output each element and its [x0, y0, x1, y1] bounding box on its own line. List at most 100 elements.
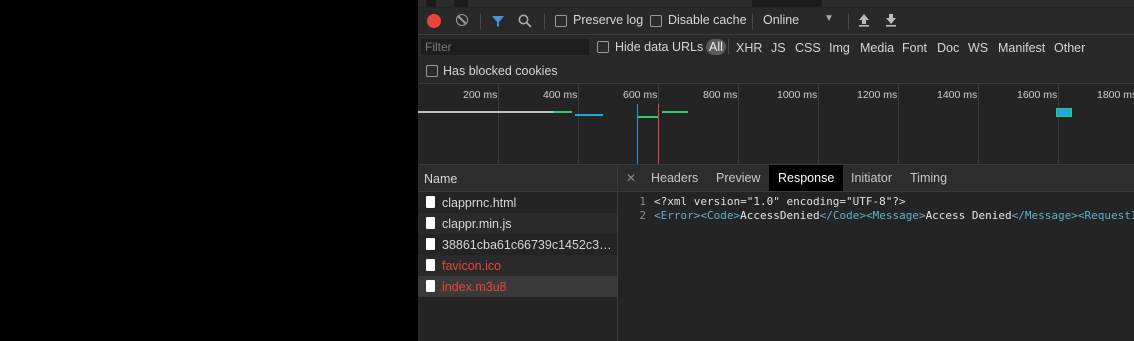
grid-line [1058, 84, 1059, 164]
xml-tag: </Code> [819, 209, 866, 222]
request-name: clappr.min.js [442, 217, 512, 231]
document-icon [426, 238, 435, 250]
document-icon [426, 196, 435, 208]
devtools-network-panel: Preserve log Disable cache Online ▼ Hide… [418, 0, 1134, 341]
timeline-overview[interactable]: 200 ms 400 ms 600 ms 800 ms 1000 ms 1200… [418, 84, 1134, 165]
top-strip [418, 0, 1134, 7]
divider [480, 13, 481, 29]
type-filter-doc[interactable]: Doc [937, 41, 959, 55]
filter-input[interactable] [421, 39, 589, 55]
xml-tag: <Code> [700, 209, 741, 222]
type-filter-all[interactable]: All [706, 39, 726, 55]
timeline-tick-label: 1600 ms [1017, 89, 1058, 101]
type-filter-media[interactable]: Media [860, 41, 894, 55]
request-row[interactable]: clapprnc.html [418, 192, 617, 213]
type-filter-css[interactable]: CSS [795, 41, 821, 55]
request-row[interactable]: 38861cba61c66739c1452c3… [418, 234, 617, 255]
name-column-label: Name [424, 172, 458, 186]
timeline-tick-label: 1000 ms [777, 89, 818, 101]
divider [728, 39, 729, 55]
code-text: <Error><Code>AccessDenied</Code><Message… [654, 209, 1134, 222]
document-icon [426, 217, 435, 229]
xml-tag: </Message> [1011, 209, 1078, 222]
tab-timing[interactable]: Timing [901, 165, 956, 191]
top-strip-segment [426, 0, 436, 7]
request-row-selected[interactable]: index.m3u8 [418, 276, 617, 297]
filter-icon[interactable] [491, 15, 505, 28]
hide-data-urls-label: Hide data URLs [615, 40, 704, 54]
type-filter-other[interactable]: Other [1054, 41, 1085, 55]
name-column-header[interactable]: Name [418, 165, 617, 192]
tab-response[interactable]: Response [769, 165, 844, 191]
type-filter-ws[interactable]: WS [968, 41, 988, 55]
tab-headers[interactable]: Headers [642, 165, 707, 191]
document-icon [426, 280, 435, 292]
xml-tag: <Error> [654, 209, 701, 222]
xml-tag: <RequestI [1077, 209, 1134, 222]
document-icon [426, 259, 435, 271]
grid-line [898, 84, 899, 164]
tab-initiator[interactable]: Initiator [842, 165, 901, 191]
timeline-tick-label: 800 ms [703, 89, 738, 101]
grid-line [818, 84, 819, 164]
requests-list: Name clapprnc.html clappr.min.js 38861cb… [418, 165, 618, 341]
grid-line [738, 84, 739, 164]
xml-tag: <Message> [865, 209, 926, 222]
tab-preview[interactable]: Preview [707, 165, 769, 191]
throttling-value: Online [763, 13, 800, 27]
has-blocked-cookies-label: Has blocked cookies [443, 64, 558, 78]
line-number: 2 [639, 209, 646, 222]
timeline-tick-label: 1400 ms [937, 89, 978, 101]
disable-cache-checkbox[interactable] [650, 15, 662, 27]
divider [848, 13, 849, 29]
divider [752, 13, 753, 29]
type-filter-img[interactable]: Img [829, 41, 850, 55]
timeline-tick-label: 200 ms [463, 89, 498, 101]
chevron-down-icon: ▼ [824, 13, 834, 24]
timeline-bar [575, 114, 603, 116]
export-har-icon[interactable] [885, 13, 897, 27]
request-name: 38861cba61c66739c1452c3… [442, 238, 612, 252]
preserve-log-label: Preserve log [573, 13, 644, 27]
grid-line [578, 84, 579, 164]
top-strip-segment [454, 0, 468, 7]
grid-line [498, 84, 499, 164]
timeline-tick-label: 1800 ms [1097, 89, 1134, 101]
top-strip-segment [752, 0, 822, 7]
timeline-bar [1056, 108, 1072, 117]
timeline-bar [662, 111, 688, 113]
xml-text: AccessDenied [740, 209, 820, 222]
request-name: index.m3u8 [442, 280, 507, 294]
hide-data-urls-checkbox[interactable] [597, 41, 609, 53]
type-filter-xhr[interactable]: XHR [736, 41, 762, 55]
xml-text: Access Denied [925, 209, 1012, 222]
disable-cache-label: Disable cache [668, 13, 747, 27]
timeline-bar [554, 111, 572, 113]
preserve-log-checkbox[interactable] [555, 15, 567, 27]
detail-tabs: ✕ Headers Preview Response Initiator Tim… [618, 165, 1134, 192]
timeline-bar [418, 111, 554, 113]
record-button[interactable] [427, 14, 441, 28]
timeline-bar [638, 116, 658, 118]
type-filter-manifest[interactable]: Manifest [998, 41, 1045, 55]
import-har-icon[interactable] [858, 13, 870, 27]
load-event-marker [658, 104, 659, 164]
timeline-tick-label: 1200 ms [857, 89, 898, 101]
request-name: clapprnc.html [442, 196, 517, 210]
has-blocked-cookies-checkbox[interactable] [426, 65, 438, 77]
divider [544, 13, 545, 29]
type-filter-js[interactable]: JS [771, 41, 786, 55]
request-row[interactable]: favicon.ico [418, 255, 617, 276]
request-row[interactable]: clappr.min.js [418, 213, 617, 234]
throttling-select[interactable]: Online ▼ [758, 10, 840, 30]
search-icon[interactable] [518, 14, 532, 28]
clear-button[interactable] [456, 14, 468, 26]
code-text: <?xml version="1.0" encoding="UTF-8"?> [654, 195, 906, 208]
close-icon[interactable]: ✕ [626, 171, 636, 185]
request-name: favicon.ico [442, 259, 502, 273]
request-detail-panel: ✕ Headers Preview Response Initiator Tim… [618, 165, 1134, 341]
network-toolbar: Preserve log Disable cache Online ▼ [418, 8, 1134, 35]
type-filter-font[interactable]: Font [902, 41, 927, 55]
grid-line [978, 84, 979, 164]
filter-bar: Hide data URLs All XHR JS CSS Img Media … [418, 35, 1134, 84]
